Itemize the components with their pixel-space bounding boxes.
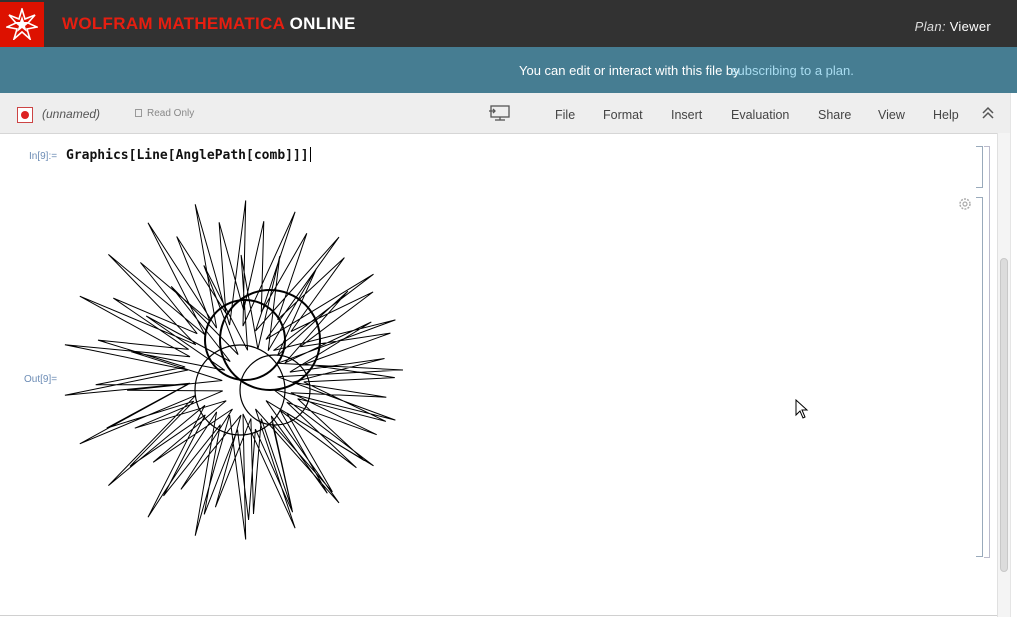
notebook-icon: [17, 107, 33, 123]
menu-share[interactable]: Share: [818, 108, 851, 122]
presenter-icon[interactable]: [489, 105, 511, 122]
product-title: WOLFRAM MATHEMATICA ONLINE: [62, 14, 356, 34]
plan-label: Plan:: [914, 19, 946, 34]
wolfram-logo[interactable]: [0, 2, 44, 47]
banner-text: You can edit or interact with this file …: [519, 63, 740, 78]
plan-indicator[interactable]: Plan: Viewer: [915, 19, 991, 34]
scrollbar-thumb[interactable]: [1000, 258, 1008, 572]
menu-view[interactable]: View: [878, 108, 905, 122]
bottom-divider: [0, 615, 997, 616]
read-only-label: Read Only: [147, 108, 195, 119]
menu-help[interactable]: Help: [933, 108, 959, 122]
output-cell-label: Out[9]=: [24, 374, 58, 385]
input-cell[interactable]: Graphics[Line[AnglePath[comb]]]: [66, 147, 311, 163]
wolfram-spikey-icon: [6, 8, 38, 40]
group-cell-bracket[interactable]: [984, 146, 990, 558]
notebook-toolbar: (unnamed) Read Only File Format Insert E…: [0, 93, 1017, 134]
output-graphic[interactable]: [60, 190, 430, 560]
brand-red-text: WOLFRAM MATHEMATICA: [62, 14, 285, 33]
input-code-text: Graphics[Line[AnglePath[comb]]]: [66, 148, 309, 163]
menu-evaluation[interactable]: Evaluation: [731, 108, 789, 122]
menu-format[interactable]: Format: [603, 108, 643, 122]
plan-value: Viewer: [949, 19, 991, 34]
read-only-indicator: Read Only: [135, 108, 194, 119]
subscribe-link[interactable]: subscribing to a plan.: [731, 63, 854, 78]
input-cell-bracket[interactable]: [976, 146, 983, 188]
notebook-name[interactable]: (unnamed): [42, 107, 100, 121]
input-cell-label: In[9]:=: [29, 151, 58, 162]
page-edge: [1010, 93, 1017, 617]
vertical-scrollbar[interactable]: [997, 133, 1010, 617]
top-bar: WOLFRAM MATHEMATICA ONLINE Plan: Viewer: [0, 0, 1017, 47]
text-caret: [309, 147, 311, 162]
mouse-cursor-icon: [795, 399, 809, 419]
output-cell-bracket[interactable]: [976, 197, 983, 557]
menu-insert[interactable]: Insert: [671, 108, 702, 122]
lock-icon: [135, 109, 142, 117]
angle-path-line: [64, 200, 404, 540]
brand-white-text: ONLINE: [289, 14, 356, 33]
menu-file[interactable]: File: [555, 108, 575, 122]
subscription-banner: You can edit or interact with this file …: [0, 47, 1017, 93]
collapse-icon[interactable]: [981, 106, 995, 120]
gear-icon[interactable]: [958, 197, 972, 211]
